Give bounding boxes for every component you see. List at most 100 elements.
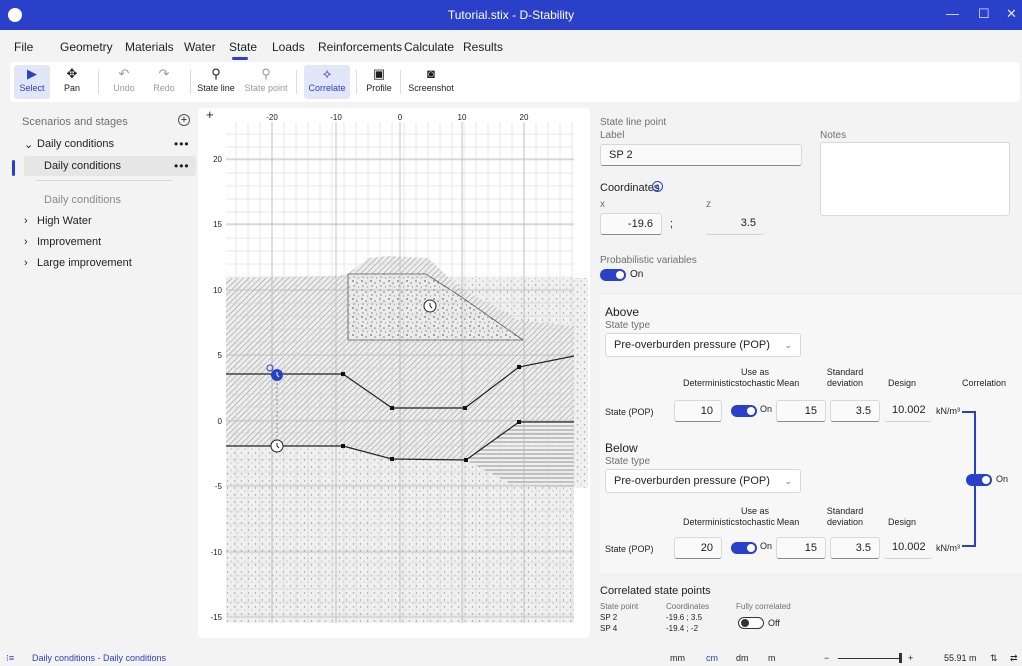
above-state-type-select[interactable]: Pre-overburden pressure (POP) ⌄ bbox=[605, 333, 801, 357]
chevron-right-icon[interactable]: › bbox=[24, 257, 28, 269]
above-deterministic-input[interactable]: 10 bbox=[674, 400, 722, 422]
menu-state[interactable]: State bbox=[229, 40, 257, 54]
unit-m[interactable]: m bbox=[768, 653, 776, 663]
redo-button[interactable]: ↷ Redo bbox=[146, 65, 182, 99]
sort-icon[interactable]: ⇅ bbox=[990, 653, 998, 664]
minimize-icon[interactable]: — bbox=[946, 6, 959, 21]
swap-icon[interactable]: ⇄ bbox=[1010, 653, 1018, 664]
y-tick: 10 bbox=[213, 286, 222, 295]
stage-more-icon[interactable]: ••• bbox=[174, 159, 190, 173]
label-caption: Label bbox=[600, 130, 625, 141]
state-point-embankment[interactable] bbox=[423, 299, 437, 313]
menu-results[interactable]: Results bbox=[463, 40, 503, 54]
below-mean-input[interactable]: 15 bbox=[776, 537, 826, 559]
below-state-type-value: Pre-overburden pressure (POP) bbox=[614, 475, 770, 487]
state-point-button[interactable]: ⚲ State point bbox=[242, 65, 290, 99]
correlation-toggle-label: On bbox=[996, 474, 1009, 484]
pan-button[interactable]: ✥ Pan bbox=[54, 65, 90, 99]
correlated-point: SP 2 bbox=[600, 613, 618, 622]
below-row-label: State (POP) bbox=[605, 544, 654, 554]
z-coordinate-input[interactable]: 3.5 bbox=[706, 213, 764, 235]
close-icon[interactable]: ✕ bbox=[1006, 6, 1017, 22]
scenario-high-water[interactable]: High Water bbox=[37, 215, 92, 227]
menu-water[interactable]: Water bbox=[184, 40, 216, 54]
y-tick: 20 bbox=[213, 155, 222, 164]
state-line-button[interactable]: ⚲ State line bbox=[196, 65, 236, 99]
menu-geometry[interactable]: Geometry bbox=[60, 40, 113, 54]
unit-dm[interactable]: dm bbox=[736, 653, 749, 663]
screenshot-button[interactable]: ◙ Screenshot bbox=[406, 65, 456, 99]
zoom-in-button[interactable]: + bbox=[908, 653, 913, 663]
below-std-input[interactable]: 3.5 bbox=[830, 537, 880, 559]
below-state-type-select[interactable]: Pre-overburden pressure (POP) ⌄ bbox=[605, 469, 801, 493]
above-unit: kN/m³ bbox=[936, 406, 960, 416]
info-icon[interactable]: a bbox=[652, 181, 663, 192]
label-input[interactable]: SP 2 bbox=[600, 144, 802, 166]
geometry-view[interactable]: + -20 -10 0 10 20 20 15 10 5 0 -5 -10 -1… bbox=[198, 108, 590, 638]
menu-file[interactable]: File bbox=[14, 40, 33, 54]
probabilistic-toggle-label: On bbox=[630, 269, 644, 280]
stage-name-input[interactable]: Daily conditions bbox=[44, 194, 121, 206]
above-mean-input[interactable]: 15 bbox=[776, 400, 826, 422]
above-heading: Above bbox=[605, 305, 640, 319]
zoom-level: 55.91 m bbox=[944, 653, 977, 663]
correlate-button[interactable]: ⟡ Correlate bbox=[304, 65, 350, 99]
zoom-out-button[interactable]: − bbox=[824, 653, 829, 663]
menu-materials[interactable]: Materials bbox=[125, 40, 174, 54]
unit-cm[interactable]: cm bbox=[706, 653, 718, 663]
col-design: Design bbox=[887, 378, 916, 388]
above-std-input[interactable]: 3.5 bbox=[830, 400, 880, 422]
profile-button[interactable]: ▣ Profile bbox=[362, 65, 396, 99]
geometry-canvas[interactable]: + -20 -10 0 10 20 20 15 10 5 0 -5 -10 -1… bbox=[198, 108, 590, 638]
menu-reinforcements[interactable]: Reinforcements bbox=[318, 40, 402, 54]
zoom-slider-thumb[interactable] bbox=[899, 653, 902, 663]
below-deterministic-input[interactable]: 20 bbox=[674, 537, 722, 559]
undo-button[interactable]: ↶ Undo bbox=[106, 65, 142, 99]
probabilistic-toggle[interactable] bbox=[600, 269, 626, 281]
unit-mm[interactable]: mm bbox=[670, 653, 685, 663]
list-icon: ⁝≡ bbox=[6, 653, 15, 663]
y-tick: -5 bbox=[215, 482, 223, 491]
below-stochastic-toggle[interactable] bbox=[731, 542, 757, 554]
maximize-icon[interactable]: ☐ bbox=[978, 6, 990, 22]
coordinate-separator: ; bbox=[670, 218, 674, 230]
probabilistic-caption: Probabilistic variables bbox=[600, 255, 697, 266]
scenario-more-icon[interactable]: ••• bbox=[174, 137, 190, 151]
add-scenario-icon[interactable]: + bbox=[178, 114, 190, 126]
camera-icon: ◙ bbox=[427, 66, 435, 81]
scenario-improvement[interactable]: Improvement bbox=[37, 236, 101, 248]
col-deviation: deviation bbox=[826, 517, 864, 527]
fully-correlated-toggle[interactable] bbox=[738, 617, 764, 629]
state-point-icon: ⚲ bbox=[261, 66, 271, 81]
x-tick: 10 bbox=[458, 113, 467, 122]
scenario-large-improvement[interactable]: Large improvement bbox=[37, 257, 132, 269]
select-button[interactable]: ▶ Select bbox=[14, 65, 50, 99]
breadcrumb[interactable]: Daily conditions - Daily conditions bbox=[32, 653, 166, 663]
state-definition-section: Above State type Pre-overburden pressure… bbox=[600, 295, 1022, 573]
above-stochastic-toggle[interactable] bbox=[731, 405, 757, 417]
stage-daily-conditions[interactable]: Daily conditions bbox=[44, 160, 121, 172]
below-stochastic-label: On bbox=[760, 541, 773, 551]
state-point-sp4[interactable] bbox=[270, 439, 284, 453]
chevron-down-icon: ⌄ bbox=[784, 476, 792, 486]
menu-calculate[interactable]: Calculate bbox=[404, 40, 454, 54]
profile-label: Profile bbox=[366, 83, 392, 93]
y-tick: -10 bbox=[210, 548, 222, 557]
chevron-right-icon[interactable]: › bbox=[24, 236, 28, 248]
zoom-slider-track[interactable] bbox=[838, 658, 900, 659]
redo-label: Redo bbox=[153, 83, 175, 93]
x-coordinate-input[interactable]: -19.6 bbox=[600, 213, 662, 235]
scenario-daily-conditions[interactable]: Daily conditions bbox=[37, 138, 114, 150]
menu-loads[interactable]: Loads bbox=[272, 40, 305, 54]
state-point-label: State point bbox=[244, 83, 288, 93]
notes-textarea[interactable] bbox=[820, 142, 1010, 216]
col-fully-correlated: Fully correlated bbox=[736, 602, 791, 611]
col-mean: Mean bbox=[776, 517, 800, 527]
toolbar-divider bbox=[98, 70, 99, 94]
panel-header: State line point bbox=[600, 117, 667, 128]
correlation-toggle[interactable] bbox=[966, 474, 992, 486]
chevron-right-icon[interactable]: › bbox=[24, 215, 28, 227]
chevron-down-icon[interactable]: ⌄ bbox=[24, 138, 33, 151]
above-state-type-value: Pre-overburden pressure (POP) bbox=[614, 339, 770, 351]
x-caption: x bbox=[600, 199, 605, 210]
